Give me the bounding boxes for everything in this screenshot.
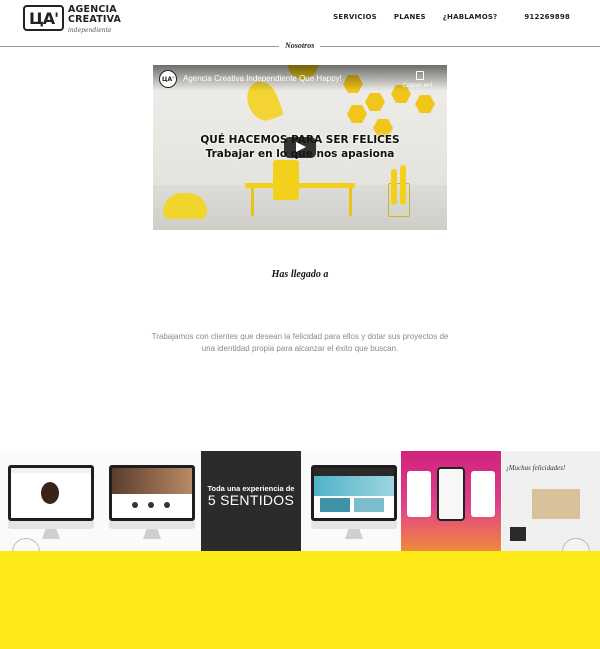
monitor-screen: [314, 468, 394, 518]
pouf-shape: [163, 193, 207, 219]
monitor-screen: [112, 468, 192, 518]
section-heading: Has llegado a: [271, 269, 329, 280]
monitor-mockup: [109, 465, 195, 529]
desk-leg: [349, 188, 352, 216]
logo-mark: ЦA': [23, 5, 64, 31]
monitor-stand: [345, 529, 363, 539]
nav-hablamos[interactable]: ¿HABLAMOS?: [443, 13, 498, 21]
portfolio-slide[interactable]: [401, 451, 501, 551]
portfolio-carousel: Toda una experiencia de 5 SENTIDOS ¡Much…: [0, 451, 600, 551]
monitor-stand: [42, 529, 60, 539]
copy-icon: [416, 71, 424, 80]
yellow-section: [0, 551, 600, 649]
paper-roll: [391, 169, 397, 205]
logo-tagline: independiente: [68, 27, 112, 34]
desk-shape: [245, 183, 355, 188]
portfolio-slide[interactable]: [0, 451, 100, 551]
logo-line-2: CREATIVA: [68, 14, 122, 25]
play-icon[interactable]: [284, 137, 316, 158]
slide-gift-title: ¡Muchas felicidades!: [506, 464, 566, 472]
portfolio-slide[interactable]: [101, 451, 201, 551]
page: ЦA' AGENCIA CREATIVA independiente SERVI…: [0, 0, 600, 649]
nav-planes[interactable]: PLANES: [394, 13, 426, 21]
copy-link-label: Copiar enl...: [402, 82, 438, 89]
monitor-mockup: [8, 465, 94, 529]
intro-paragraph: Trabajamos con clientes que desean la fe…: [151, 332, 449, 353]
section-label: Nosotros: [279, 41, 321, 50]
chair-shape: [273, 160, 299, 200]
monitor-mockup: [311, 465, 397, 529]
desk-leg: [251, 188, 254, 216]
channel-avatar[interactable]: ЦA': [159, 70, 177, 88]
paper-roll: [400, 165, 406, 205]
video-player[interactable]: ЦA' Agencia Creativa Independiente Que H…: [153, 65, 447, 230]
slide-caption-large: 5 SENTIDOS: [207, 492, 295, 508]
copy-link-button[interactable]: Copiar enl...: [397, 71, 443, 89]
portfolio-slide[interactable]: ¡Muchas felicidades!: [502, 451, 600, 551]
portfolio-slide[interactable]: Toda una experiencia de 5 SENTIDOS: [201, 451, 301, 551]
nav-servicios[interactable]: SERVICIOS: [333, 13, 377, 21]
portfolio-slide[interactable]: [303, 451, 403, 551]
logo-text: AGENCIA CREATIVA independiente: [68, 5, 121, 36]
video-title[interactable]: Agencia Creativa Independiente Que Happy…: [183, 74, 342, 83]
site-header: ЦA' AGENCIA CREATIVA independiente SERVI…: [0, 0, 600, 38]
nav-phone[interactable]: 912269898: [524, 13, 570, 21]
monitor-screen: [11, 468, 91, 518]
main-nav: SERVICIOS PLANES ¿HABLAMOS? 912269898: [316, 13, 570, 21]
logo[interactable]: ЦA' AGENCIA CREATIVA independiente: [23, 5, 121, 36]
monitor-stand: [143, 529, 161, 539]
